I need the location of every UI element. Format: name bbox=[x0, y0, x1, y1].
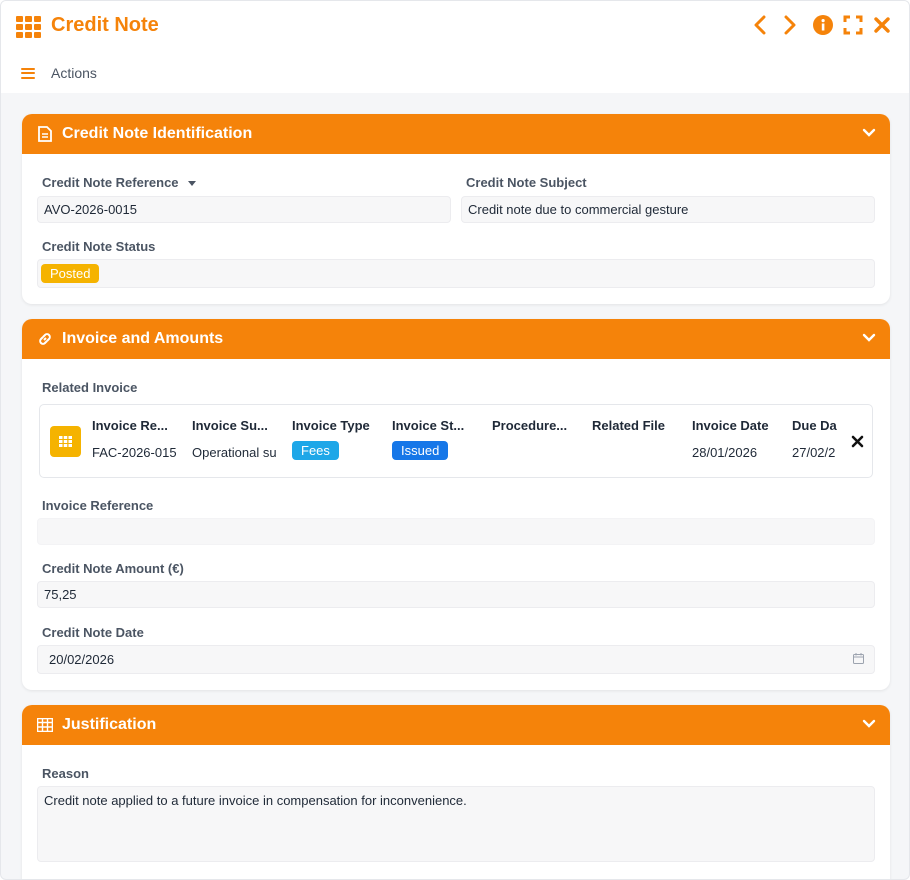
status-badge: Issued bbox=[392, 441, 449, 460]
subject-label: Credit Note Subject bbox=[466, 175, 587, 190]
date-label: Credit Note Date bbox=[42, 625, 144, 640]
menu-icon[interactable] bbox=[21, 67, 35, 79]
expand-icon[interactable] bbox=[843, 15, 863, 35]
cell-due-date: 27/02/2 bbox=[792, 445, 836, 460]
document-icon bbox=[36, 126, 54, 142]
col-invoice-date: Invoice Date 28/01/2026 bbox=[692, 418, 782, 460]
invoice-reference-field[interactable] bbox=[37, 518, 875, 545]
type-badge: Fees bbox=[292, 441, 339, 460]
window-title: Credit Note bbox=[51, 14, 159, 36]
col-invoice-subject: Invoice Su... Operational su bbox=[192, 418, 278, 460]
chevron-down-icon[interactable] bbox=[862, 716, 876, 734]
actions-bar: Actions bbox=[21, 65, 97, 81]
column-header: Invoice Re... bbox=[92, 418, 168, 433]
col-invoice-reference: Invoice Re... FAC-2026-015 bbox=[92, 418, 178, 460]
close-icon[interactable] bbox=[873, 16, 893, 34]
info-icon[interactable] bbox=[813, 15, 833, 35]
subject-field[interactable]: Credit note due to commercial gesture bbox=[461, 196, 875, 223]
invoice-grid-icon bbox=[50, 426, 81, 457]
caret-down-icon[interactable] bbox=[188, 181, 197, 187]
col-procedure: Procedure... bbox=[492, 418, 580, 445]
link-icon bbox=[36, 331, 54, 347]
related-invoice-row[interactable]: Invoice Re... FAC-2026-015 Invoice Su...… bbox=[39, 404, 873, 478]
column-header: Invoice Type bbox=[292, 418, 370, 433]
column-header: Invoice Su... bbox=[192, 418, 268, 433]
credit-note-window: Credit Note Actions Credit Note Identifi… bbox=[0, 0, 910, 880]
actions-label[interactable]: Actions bbox=[51, 65, 97, 81]
invoice-header[interactable]: Invoice and Amounts bbox=[22, 319, 890, 359]
justification-header[interactable]: Justification bbox=[22, 705, 890, 745]
column-header: Due Da bbox=[792, 418, 837, 433]
window-controls bbox=[753, 15, 893, 35]
col-due-date: Due Da 27/02/2 bbox=[792, 418, 837, 460]
chevron-left-icon[interactable] bbox=[753, 15, 773, 35]
column-header: Related File bbox=[592, 418, 665, 433]
col-invoice-type: Invoice Type Fees bbox=[292, 418, 382, 460]
identification-header[interactable]: Credit Note Identification bbox=[22, 114, 890, 154]
chevron-down-icon[interactable] bbox=[862, 330, 876, 348]
status-badge: Posted bbox=[41, 264, 100, 283]
table-icon bbox=[36, 718, 54, 732]
reason-textarea[interactable]: Credit note applied to a future invoice … bbox=[37, 786, 875, 862]
chevron-right-icon[interactable] bbox=[783, 15, 803, 35]
amount-field[interactable]: 75,25 bbox=[37, 581, 875, 608]
cell-reference: FAC-2026-015 bbox=[92, 445, 177, 460]
col-invoice-status: Invoice St... Issued bbox=[392, 418, 480, 460]
invoice-reference-label: Invoice Reference bbox=[42, 498, 154, 513]
calendar-icon[interactable] bbox=[853, 652, 864, 667]
window-header: Credit Note Actions bbox=[1, 1, 909, 93]
reference-field[interactable]: AVO-2026-0015 bbox=[37, 196, 451, 223]
date-field[interactable]: 20/02/2026 bbox=[37, 645, 875, 674]
reference-label: Credit Note Reference bbox=[42, 175, 197, 190]
identification-card: Credit Note Identification Credit Note R… bbox=[22, 114, 890, 304]
column-header: Invoice St... bbox=[392, 418, 465, 433]
cell-invoice-date: 28/01/2026 bbox=[692, 445, 758, 460]
chevron-down-icon[interactable] bbox=[862, 125, 876, 143]
reason-label: Reason bbox=[42, 766, 89, 781]
remove-invoice-icon[interactable] bbox=[851, 432, 864, 453]
status-label: Credit Note Status bbox=[42, 239, 156, 254]
column-header: Invoice Date bbox=[692, 418, 769, 433]
column-header: Procedure... bbox=[492, 418, 568, 433]
amount-label: Credit Note Amount (€) bbox=[42, 561, 184, 576]
date-value: 20/02/2026 bbox=[49, 652, 115, 667]
invoice-card: Invoice and Amounts Related Invoice Invo… bbox=[22, 319, 890, 690]
justification-title: Justification bbox=[62, 716, 157, 733]
justification-card: Justification Reason Credit note applied… bbox=[22, 705, 890, 879]
col-related-file: Related File bbox=[592, 418, 682, 445]
invoice-title: Invoice and Amounts bbox=[62, 330, 224, 347]
status-field[interactable]: Posted bbox=[37, 259, 875, 288]
related-invoice-label: Related Invoice bbox=[42, 380, 138, 395]
identification-title: Credit Note Identification bbox=[62, 125, 253, 142]
cell-subject: Operational su bbox=[192, 445, 277, 460]
apps-grid-icon[interactable] bbox=[16, 16, 41, 38]
